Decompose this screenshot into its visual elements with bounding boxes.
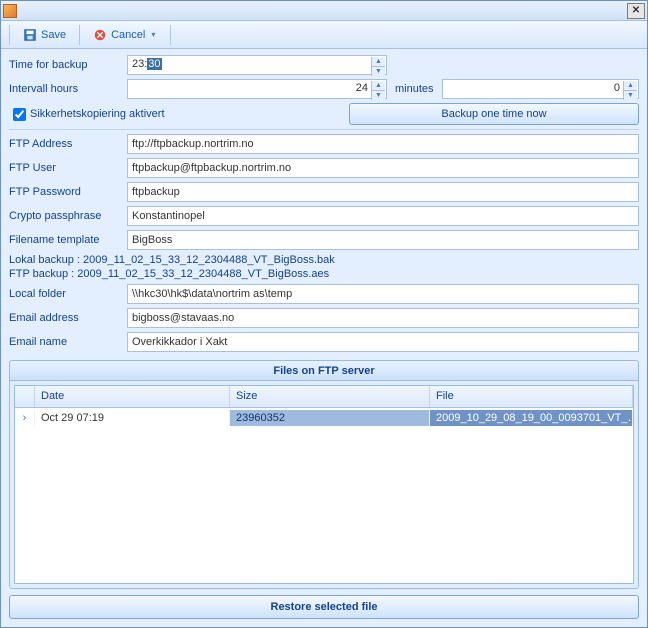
time-for-backup-input[interactable]: 23:30 ▲▼ [127,55,387,75]
close-button[interactable]: ✕ [627,3,645,19]
grid-body: › Oct 29 07:19 23960352 2009_10_29_08_19… [15,408,633,583]
ftp-user-input[interactable] [127,158,639,178]
minutes-input[interactable]: 0 ▲▼ [442,79,639,99]
filename-template-label: Filename template [9,234,127,246]
save-button[interactable]: Save [14,24,75,46]
cell-file: 2009_10_29_08_19_00_0093701_VT_… [430,410,633,426]
email-name-input[interactable] [127,332,639,352]
local-folder-label: Local folder [9,288,127,300]
files-panel-title: Files on FTP server [10,361,638,381]
filename-template-input[interactable] [127,230,639,250]
spin-up[interactable]: ▲ [371,57,385,67]
cancel-icon [93,28,107,42]
save-label: Save [41,29,66,41]
col-size[interactable]: Size [230,386,430,407]
spin-down[interactable]: ▼ [371,91,385,100]
spin-up[interactable]: ▲ [623,81,637,91]
backup-enabled-checkbox[interactable] [13,108,26,121]
col-expand [15,386,35,407]
cancel-dropdown-arrow[interactable]: ▾ [149,30,157,39]
cancel-label: Cancel [111,29,145,41]
email-address-label: Email address [9,312,127,324]
spin-down[interactable]: ▼ [623,91,637,100]
files-panel: Files on FTP server Date Size File › Oct… [9,360,639,589]
grid-header: Date Size File [15,386,633,408]
ftp-password-label: FTP Password [9,186,127,198]
divider [9,129,639,130]
expand-icon[interactable]: › [15,410,35,426]
toolbar-separator [79,25,80,45]
lokal-backup-info: Lokal backup : 2009_11_02_15_33_12_23044… [9,254,639,266]
ftp-address-input[interactable] [127,134,639,154]
backup-now-button[interactable]: Backup one time now [349,103,639,125]
table-row[interactable]: › Oct 29 07:19 23960352 2009_10_29_08_19… [15,408,633,428]
cell-date: Oct 29 07:19 [35,410,230,426]
cell-size: 23960352 [230,410,430,426]
toolbar-separator [9,25,10,45]
ftp-user-label: FTP User [9,162,127,174]
ftp-password-input[interactable] [127,182,639,202]
restore-button[interactable]: Restore selected file [9,595,639,619]
col-date[interactable]: Date [35,386,230,407]
spin-down[interactable]: ▼ [371,67,385,76]
ftp-backup-info: FTP backup : 2009_11_02_15_33_12_2304488… [9,268,639,280]
backup-enabled-label: Sikkerhetskopiering aktivert [30,108,165,120]
save-icon [23,28,37,42]
spin-up[interactable]: ▲ [371,81,385,91]
toolbar-separator [170,25,171,45]
intervall-hours-input[interactable]: 24 ▲▼ [127,79,387,99]
minutes-label: minutes [387,83,442,95]
time-for-backup-label: Time for backup [9,59,127,71]
email-address-input[interactable] [127,308,639,328]
intervall-hours-label: Intervall hours [9,83,127,95]
ftp-address-label: FTP Address [9,138,127,150]
app-icon [3,4,17,18]
toolbar: Save Cancel ▾ [1,21,647,49]
titlebar: ✕ [1,1,647,21]
backup-settings-window: ✕ Save Cancel ▾ Time for backup 23:30 ▲▼… [0,0,648,628]
crypto-passphrase-input[interactable] [127,206,639,226]
local-folder-input[interactable] [127,284,639,304]
cancel-button[interactable]: Cancel ▾ [84,24,166,46]
crypto-passphrase-label: Crypto passphrase [9,210,127,222]
email-name-label: Email name [9,336,127,348]
form-area: Time for backup 23:30 ▲▼ Intervall hours… [1,49,647,360]
col-file[interactable]: File [430,386,633,407]
files-grid: Date Size File › Oct 29 07:19 23960352 2… [14,385,634,584]
